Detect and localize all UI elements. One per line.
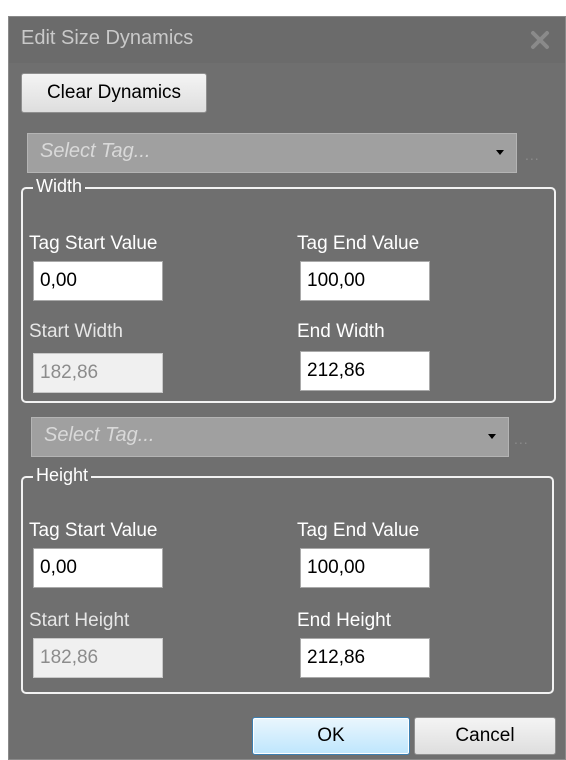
ok-button[interactable]: OK bbox=[252, 717, 410, 755]
end-width-input[interactable] bbox=[300, 351, 430, 391]
height-group-legend: Height bbox=[33, 465, 92, 486]
height-group: Height Tag Start Value Tag End Value Sta… bbox=[21, 465, 554, 694]
start-width-input bbox=[33, 353, 163, 393]
height-tag-end-input[interactable] bbox=[300, 548, 430, 588]
start-height-label: Start Height bbox=[29, 610, 130, 631]
height-tag-browse-button[interactable]: ... bbox=[514, 431, 529, 447]
chevron-down-icon bbox=[488, 434, 496, 439]
width-tag-select-placeholder: Select Tag... bbox=[40, 140, 151, 162]
height-tag-end-label: Tag End Value bbox=[297, 520, 420, 541]
width-tag-browse-button[interactable]: ... bbox=[525, 147, 540, 163]
clear-dynamics-button[interactable]: Clear Dynamics bbox=[21, 73, 207, 113]
close-icon[interactable] bbox=[529, 29, 551, 51]
start-height-input bbox=[33, 638, 163, 678]
width-group-legend: Width bbox=[33, 176, 86, 197]
end-width-label: End Width bbox=[297, 321, 385, 342]
height-tag-select-placeholder: Select Tag... bbox=[44, 424, 155, 446]
start-width-label: Start Width bbox=[29, 321, 123, 342]
dialog-title: Edit Size Dynamics bbox=[21, 27, 194, 49]
height-tag-start-input[interactable] bbox=[33, 548, 163, 588]
width-tag-start-input[interactable] bbox=[33, 261, 163, 301]
edit-size-dynamics-dialog: Edit Size Dynamics Clear Dynamics Select… bbox=[8, 16, 566, 760]
chevron-down-icon bbox=[496, 150, 504, 155]
height-tag-select[interactable]: Select Tag... bbox=[31, 417, 509, 457]
width-tag-start-label: Tag Start Value bbox=[29, 233, 158, 254]
end-height-label: End Height bbox=[297, 610, 392, 631]
end-height-input[interactable] bbox=[300, 638, 430, 678]
cancel-button[interactable]: Cancel bbox=[414, 717, 556, 755]
title-bar[interactable]: Edit Size Dynamics bbox=[9, 17, 565, 63]
width-tag-end-label: Tag End Value bbox=[297, 233, 420, 254]
width-tag-select[interactable]: Select Tag... bbox=[27, 133, 517, 173]
width-tag-end-input[interactable] bbox=[300, 261, 430, 301]
height-tag-start-label: Tag Start Value bbox=[29, 520, 158, 541]
width-group: Width Tag Start Value Tag End Value Star… bbox=[21, 176, 556, 403]
